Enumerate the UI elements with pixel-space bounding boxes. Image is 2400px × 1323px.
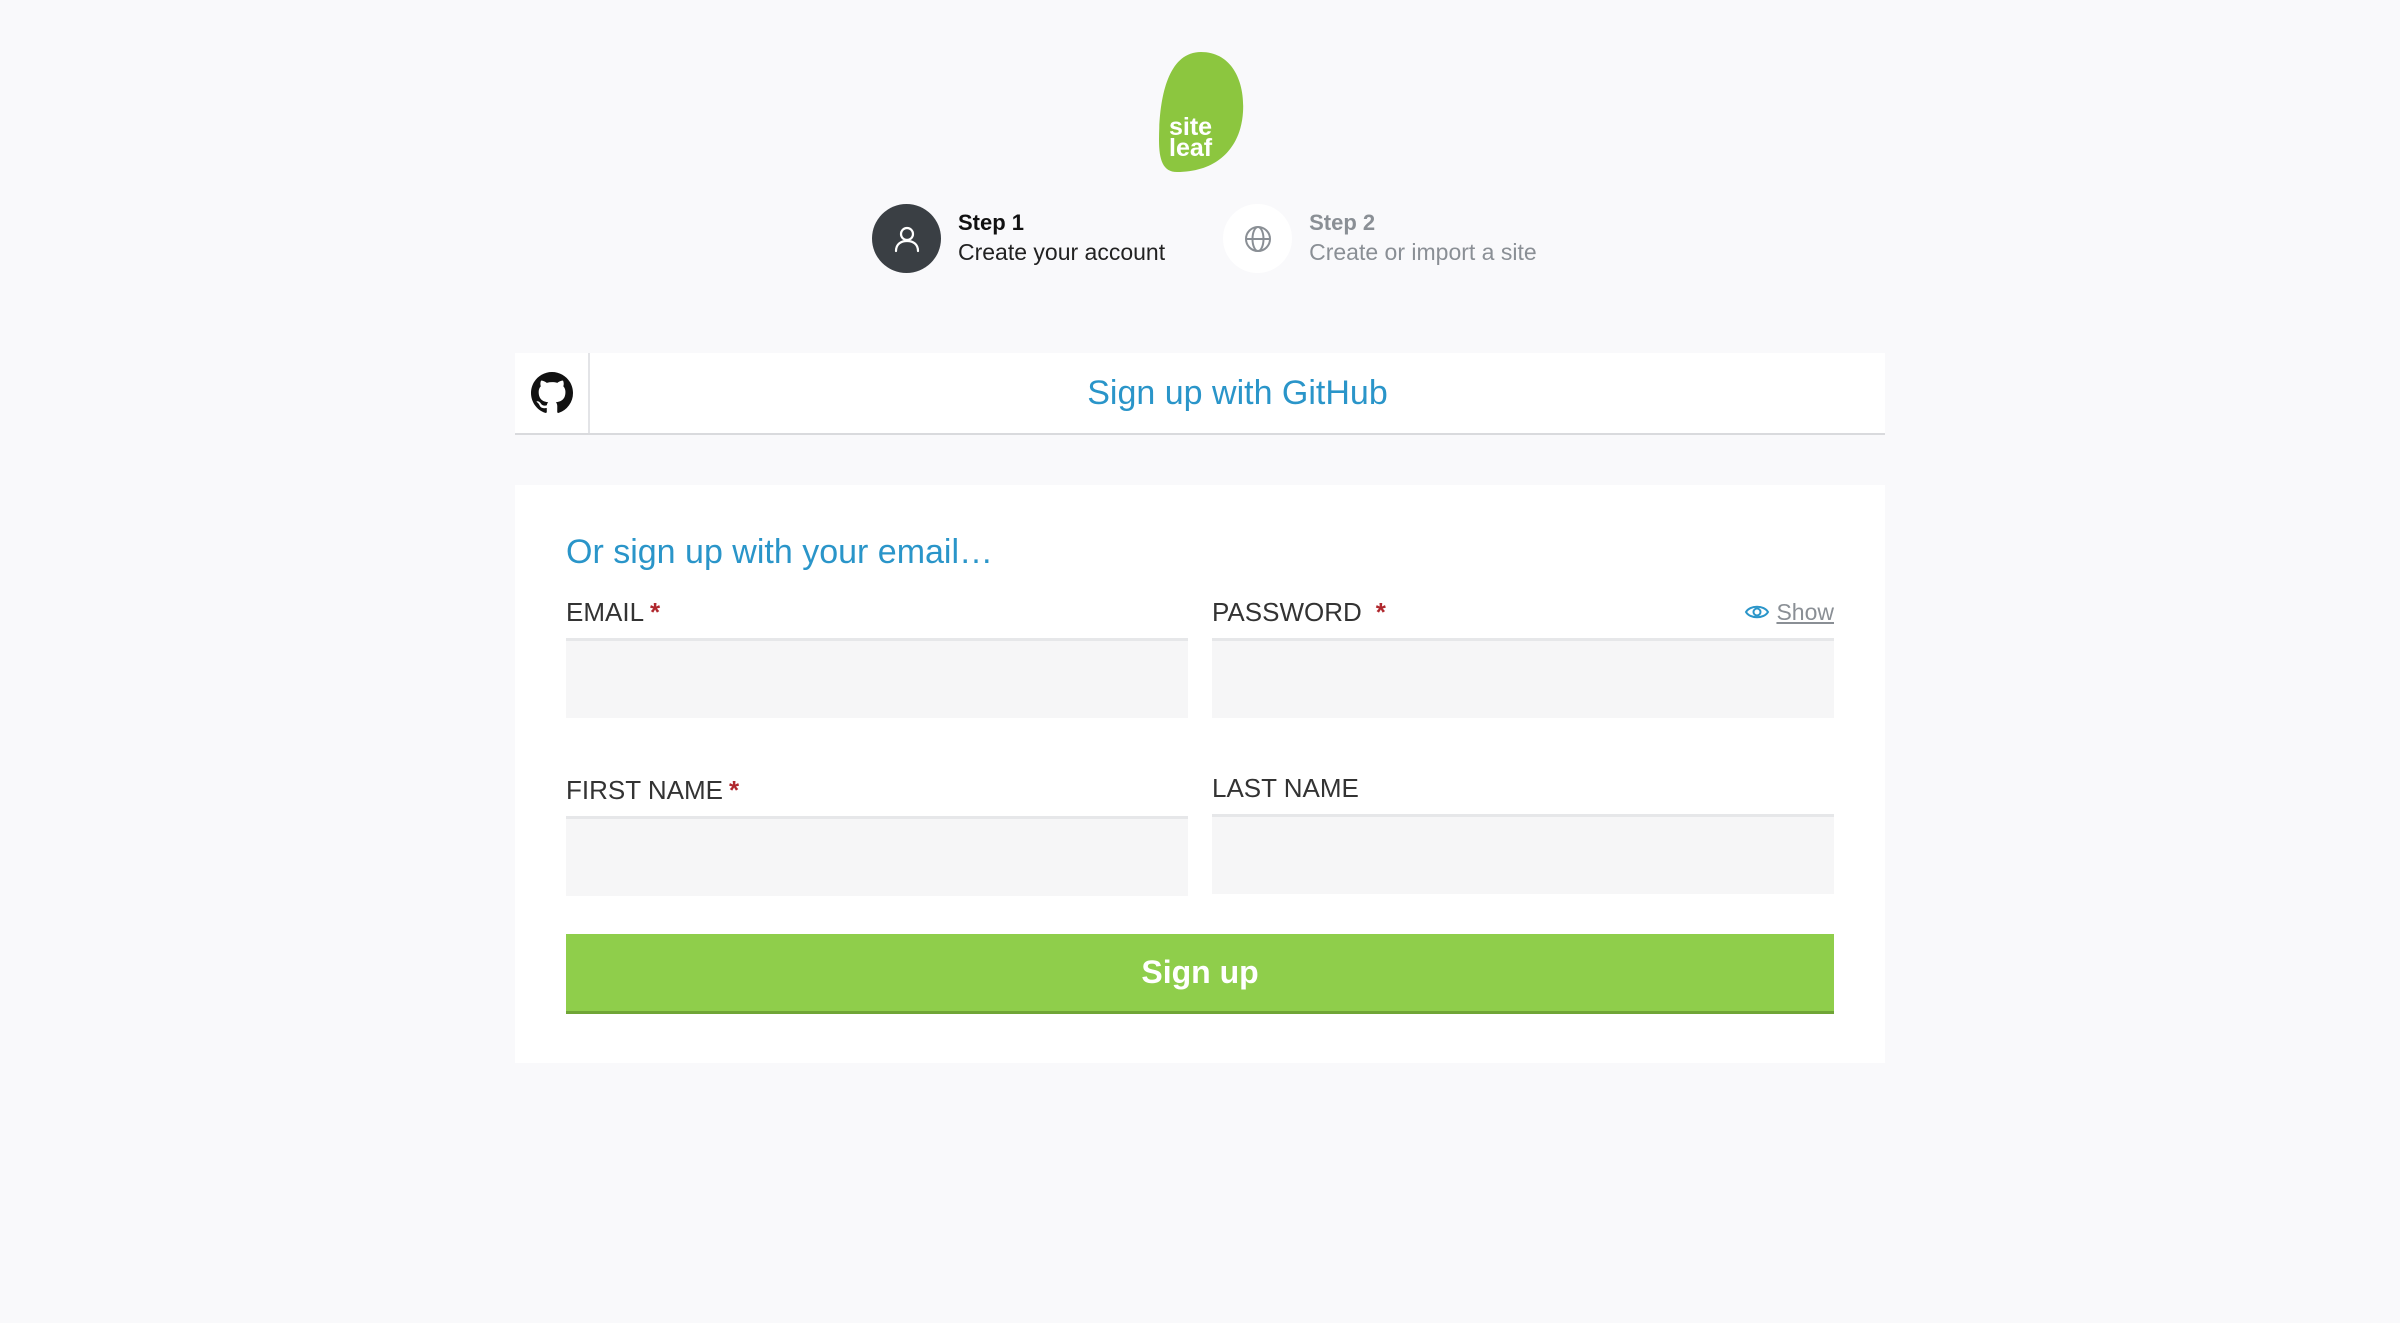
globe-icon xyxy=(1244,225,1271,252)
step-1-circle xyxy=(872,204,941,273)
github-icon xyxy=(530,372,573,413)
leaf-logo-icon: site leaf xyxy=(1159,52,1244,172)
last-name-label: LAST NAME xyxy=(1212,773,1359,803)
step-2-subtitle: Create or import a site xyxy=(1309,238,1537,265)
first-name-input[interactable] xyxy=(566,816,1188,896)
signup-steps: Step 1 Create your account Step 2 Create… xyxy=(872,204,1537,273)
first-name-label: FIRST NAME xyxy=(566,775,723,805)
first-name-field-group: FIRST NAME * xyxy=(566,770,1188,896)
logo-text-line2: leaf xyxy=(1169,134,1213,162)
password-required-mark: * xyxy=(1375,597,1386,627)
last-name-field-group: LAST NAME xyxy=(1212,768,1834,894)
siteleaf-logo[interactable]: site leaf xyxy=(1157,50,1245,174)
email-input[interactable] xyxy=(566,638,1188,718)
step-1-title: Step 1 xyxy=(958,210,1025,236)
last-name-input[interactable] xyxy=(1212,814,1834,894)
step-1-subtitle: Create your account xyxy=(958,238,1166,265)
show-password-toggle[interactable]: Show xyxy=(1744,592,1834,632)
sign-up-button[interactable]: Sign up xyxy=(566,934,1834,1014)
password-input[interactable] xyxy=(1212,638,1834,718)
first-name-required-mark: * xyxy=(728,775,740,805)
email-signup-card: Or sign up with your email… EMAIL * PASS… xyxy=(515,485,1885,1063)
password-label: PASSWORD xyxy=(1212,597,1362,627)
show-password-label: Show xyxy=(1776,598,1834,625)
email-required-mark: * xyxy=(650,597,661,627)
step-1: Step 1 Create your account xyxy=(872,204,1165,273)
eye-icon xyxy=(1745,605,1770,619)
email-signup-heading: Or sign up with your email… xyxy=(566,533,994,571)
email-label: EMAIL xyxy=(566,597,645,627)
user-icon xyxy=(894,226,919,252)
signup-page: site leaf Step 1 Create your account Ste… xyxy=(0,0,2400,1323)
step-2-title: Step 2 xyxy=(1309,210,1376,236)
step-2-circle xyxy=(1223,204,1293,273)
password-field-group: PASSWORD * Show xyxy=(1212,592,1834,718)
email-field-group: EMAIL * xyxy=(566,592,1188,718)
github-signup-button[interactable]: Sign up with GitHub xyxy=(515,353,1885,435)
step-2: Step 2 Create or import a site xyxy=(1223,204,1537,273)
github-icon-container xyxy=(515,353,590,433)
github-signup-label: Sign up with GitHub xyxy=(1087,373,1388,412)
